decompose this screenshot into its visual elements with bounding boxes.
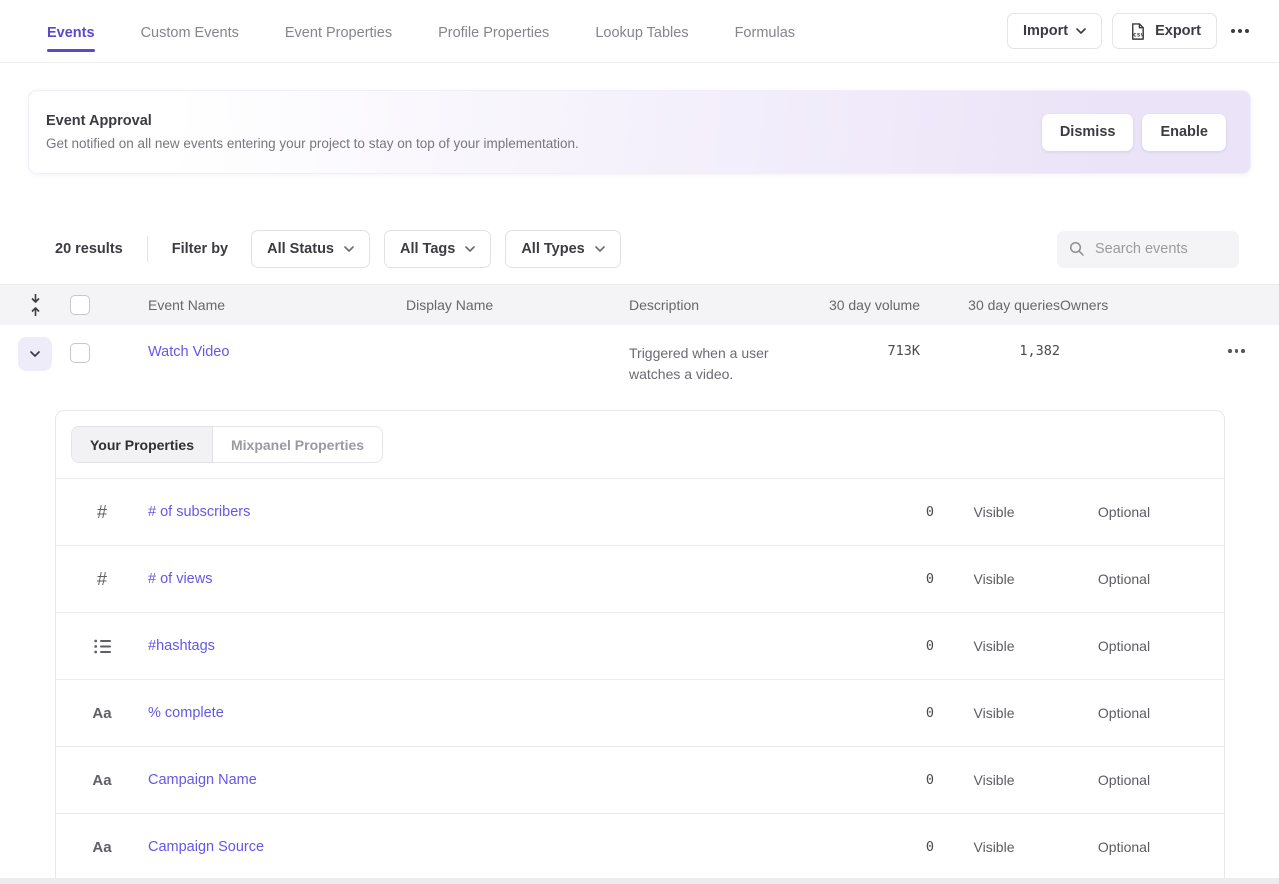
events-table-header: Event Name Display Name Description 30 d… [0, 284, 1279, 325]
nav-tabs: Events Custom Events Event Properties Pr… [47, 11, 795, 52]
tab-mixpanel-properties[interactable]: Mixpanel Properties [213, 427, 382, 462]
collapse-all-icon[interactable] [0, 293, 70, 317]
top-nav: Events Custom Events Event Properties Pr… [0, 0, 1279, 63]
csv-file-icon: csv [1128, 22, 1147, 41]
chevron-down-icon [30, 351, 40, 357]
properties-tab-bar: Your Properties Mixpanel Properties [56, 411, 1224, 479]
property-requirement: Optional [1054, 504, 1194, 520]
property-row: # # of views 0 Visible Optional [56, 546, 1224, 613]
property-visibility: Visible [934, 638, 1054, 654]
export-button[interactable]: csv Export [1112, 13, 1217, 49]
event-row-watch-video: Watch Video Triggered when a user watche… [0, 325, 1279, 395]
property-visibility: Visible [934, 772, 1054, 788]
more-actions-icon[interactable] [1227, 23, 1253, 39]
tab-lookup-tables[interactable]: Lookup Tables [595, 11, 688, 52]
property-visibility: Visible [934, 504, 1054, 520]
text-type-icon: Aa [56, 705, 148, 722]
property-requirement: Optional [1054, 638, 1194, 654]
property-link[interactable]: # of views [148, 571, 212, 587]
filter-all-types[interactable]: All Types [505, 230, 620, 268]
dismiss-button[interactable]: Dismiss [1042, 114, 1134, 151]
row-more-icon[interactable] [1228, 325, 1279, 353]
col-30-day-queries: 30 day queries [920, 297, 1060, 313]
search-events-box [1057, 231, 1239, 268]
results-count: 20 results [55, 241, 123, 257]
list-type-icon [56, 639, 148, 654]
col-description: Description [629, 297, 810, 313]
filter-toolbar: 20 results Filter by All Status All Tags… [0, 226, 1279, 272]
property-row: Aa % complete 0 Visible Optional [56, 680, 1224, 747]
tab-events-label: Events [47, 25, 95, 41]
horizontal-scrollbar[interactable] [0, 878, 1279, 884]
svg-text:csv: csv [1133, 31, 1144, 38]
property-queries: 0 [834, 839, 934, 855]
property-row: # # of subscribers 0 Visible Optional [56, 479, 1224, 546]
property-requirement: Optional [1054, 705, 1194, 721]
property-link[interactable]: Campaign Source [148, 839, 264, 855]
filter-all-status[interactable]: All Status [251, 230, 370, 268]
tab-event-properties[interactable]: Event Properties [285, 11, 392, 52]
event-volume: 713K [810, 325, 920, 359]
property-queries: 0 [834, 571, 934, 587]
text-type-icon: Aa [56, 772, 148, 789]
event-description: Triggered when a user watches a video. [629, 325, 810, 386]
property-requirement: Optional [1054, 839, 1194, 855]
row-checkbox[interactable] [70, 343, 90, 363]
property-queries: 0 [834, 705, 934, 721]
active-tab-underline [47, 49, 95, 52]
property-queries: 0 [834, 772, 934, 788]
chevron-down-icon [344, 246, 354, 252]
tab-custom-events[interactable]: Custom Events [141, 11, 239, 52]
collapse-row-button[interactable] [18, 337, 52, 371]
toolbar-divider [147, 236, 148, 262]
property-row: #hashtags 0 Visible Optional [56, 613, 1224, 680]
tab-events[interactable]: Events [47, 11, 95, 52]
filter-by-label: Filter by [172, 241, 228, 257]
event-owners [1060, 325, 1210, 343]
property-row: Aa Campaign Name 0 Visible Optional [56, 747, 1224, 814]
number-type-icon: # [56, 502, 148, 523]
filter-all-tags[interactable]: All Tags [384, 230, 491, 268]
select-all-checkbox[interactable] [70, 295, 90, 315]
property-link[interactable]: # of subscribers [148, 504, 250, 520]
col-display-name: Display Name [406, 297, 629, 313]
text-type-icon: Aa [56, 839, 148, 856]
property-requirement: Optional [1054, 571, 1194, 587]
tab-profile-properties[interactable]: Profile Properties [438, 11, 549, 52]
event-queries: 1,382 [920, 325, 1060, 359]
property-link[interactable]: % complete [148, 705, 224, 721]
search-events-input[interactable] [1095, 241, 1225, 257]
tab-formulas[interactable]: Formulas [735, 11, 795, 52]
property-link[interactable]: Campaign Name [148, 772, 257, 788]
col-30-day-volume: 30 day volume [810, 297, 920, 313]
property-link[interactable]: #hashtags [148, 638, 215, 654]
number-type-icon: # [56, 569, 148, 590]
banner-title: Event Approval [46, 113, 579, 129]
search-icon [1069, 241, 1085, 257]
nav-actions: Import csv Export [1007, 13, 1253, 49]
event-properties-panel: Your Properties Mixpanel Properties # # … [55, 410, 1225, 884]
chevron-down-icon [1076, 28, 1086, 34]
event-name-link[interactable]: Watch Video [148, 344, 229, 360]
tab-your-properties[interactable]: Your Properties [72, 427, 213, 462]
property-visibility: Visible [934, 571, 1054, 587]
property-queries: 0 [834, 504, 934, 520]
property-visibility: Visible [934, 839, 1054, 855]
lexicon-events-page: Events Custom Events Event Properties Pr… [0, 0, 1279, 884]
property-requirement: Optional [1054, 772, 1194, 788]
event-approval-banner: Event Approval Get notified on all new e… [28, 90, 1251, 174]
import-button[interactable]: Import [1007, 13, 1102, 49]
property-queries: 0 [834, 638, 934, 654]
chevron-down-icon [465, 246, 475, 252]
enable-button[interactable]: Enable [1142, 114, 1226, 151]
property-row: Aa Campaign Source 0 Visible Optional [56, 814, 1224, 881]
banner-description: Get notified on all new events entering … [46, 136, 579, 151]
event-display-name [406, 325, 629, 343]
col-owners: Owners [1060, 297, 1210, 313]
chevron-down-icon [595, 246, 605, 252]
property-visibility: Visible [934, 705, 1054, 721]
col-event-name: Event Name [148, 297, 406, 313]
